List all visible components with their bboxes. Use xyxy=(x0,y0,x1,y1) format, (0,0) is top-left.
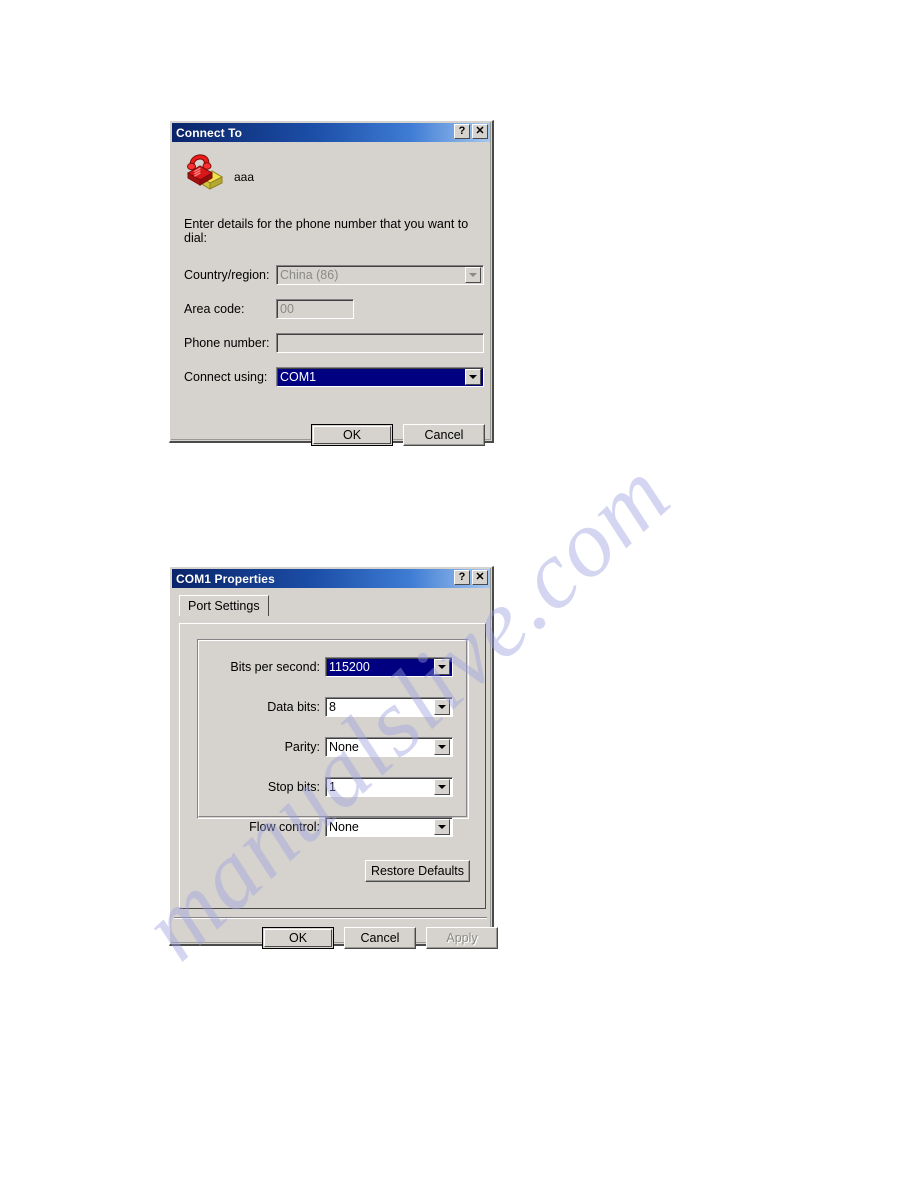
phone-modem-icon xyxy=(182,151,226,193)
parity-combobox[interactable]: None xyxy=(325,737,453,757)
apply-button-label: Apply xyxy=(446,931,478,945)
flow-control-combobox[interactable]: None xyxy=(325,817,453,837)
data-bits-value: 8 xyxy=(329,700,336,714)
restore-defaults-label: Restore Defaults xyxy=(370,864,465,878)
connect-using-label: Connect using: xyxy=(184,370,268,384)
tab-port-settings[interactable]: Port Settings xyxy=(179,595,269,616)
titlebar[interactable]: Connect To ? ✕ xyxy=(172,123,490,142)
parity-value: None xyxy=(329,740,359,754)
port-settings-groupbox: Bits per second: 115200 Data bits: 8 Par… xyxy=(197,639,469,837)
cancel-button-label: Cancel xyxy=(424,428,464,442)
tab-port-settings-label: Port Settings xyxy=(188,599,260,613)
help-icon[interactable]: ? xyxy=(454,570,470,585)
data-bits-combobox[interactable]: 8 xyxy=(325,697,453,717)
cancel-button[interactable]: Cancel xyxy=(403,424,485,446)
dialog-body: aaa Enter details for the phone number t… xyxy=(170,142,492,446)
field-row-connect-using: Connect using: COM1 xyxy=(170,367,492,387)
country-region-value: China (86) xyxy=(280,268,339,282)
chevron-down-icon[interactable] xyxy=(434,659,450,675)
country-region-label: Country/region: xyxy=(184,268,270,282)
intro-text: Enter details for the phone number that … xyxy=(184,217,469,245)
cancel-button[interactable]: Cancel xyxy=(344,927,416,949)
field-row-phone-number: Phone number: xyxy=(170,333,492,353)
row-flow-control: Flow control: None xyxy=(206,817,462,837)
dialog-title: COM1 Properties xyxy=(176,571,275,586)
close-icon[interactable]: ✕ xyxy=(472,124,488,139)
apply-button[interactable]: Apply xyxy=(426,927,498,949)
tab-page-port-settings: Bits per second: 115200 Data bits: 8 Par… xyxy=(179,623,486,909)
row-data-bits: Data bits: 8 xyxy=(206,697,462,717)
data-bits-label: Data bits: xyxy=(267,700,320,714)
bits-per-second-label: Bits per second: xyxy=(230,660,320,674)
chevron-down-icon[interactable] xyxy=(434,779,450,795)
country-region-combobox[interactable]: China (86) xyxy=(276,265,484,285)
field-row-country: Country/region: China (86) xyxy=(170,265,492,285)
com1-properties-dialog: COM1 Properties ? ✕ Port Settings Bits p… xyxy=(169,566,498,949)
connect-to-dialog: Connect To ? ✕ aaa Enter details for the… xyxy=(169,120,494,446)
bits-per-second-value: 115200 xyxy=(326,658,434,676)
close-icon[interactable]: ✕ xyxy=(472,570,488,585)
dialog-button-bar: OK Cancel xyxy=(311,424,485,446)
area-code-label: Area code: xyxy=(184,302,245,316)
dialog-body: Port Settings Bits per second: 115200 Da… xyxy=(170,595,498,949)
connect-using-combobox[interactable]: COM1 xyxy=(276,367,484,387)
row-bits-per-second: Bits per second: 115200 xyxy=(206,657,462,677)
titlebar-button-group: ? ✕ xyxy=(454,124,488,139)
row-stop-bits: Stop bits: 1 xyxy=(206,777,462,797)
phone-number-label: Phone number: xyxy=(184,336,270,350)
area-code-value: 00 xyxy=(280,302,294,316)
parity-label: Parity: xyxy=(284,740,320,754)
connect-using-value: COM1 xyxy=(277,368,465,386)
titlebar[interactable]: COM1 Properties ? ✕ xyxy=(172,569,490,588)
chevron-down-icon[interactable] xyxy=(465,267,481,283)
tab-strip: Port Settings xyxy=(179,595,492,616)
flow-control-value: None xyxy=(329,820,359,834)
ok-button-label: OK xyxy=(288,931,308,945)
ok-button-label: OK xyxy=(342,428,362,442)
connection-name: aaa xyxy=(234,170,255,184)
chevron-down-icon[interactable] xyxy=(434,819,450,835)
cancel-button-label: Cancel xyxy=(360,931,400,945)
stop-bits-label: Stop bits: xyxy=(267,780,320,794)
chevron-down-icon[interactable] xyxy=(434,739,450,755)
ok-button[interactable]: OK xyxy=(311,424,393,446)
row-parity: Parity: None xyxy=(206,737,462,757)
ok-button[interactable]: OK xyxy=(262,927,334,949)
area-code-input[interactable]: 00 xyxy=(276,299,354,319)
phone-number-input[interactable] xyxy=(276,333,484,353)
stop-bits-value: 1 xyxy=(329,780,336,794)
chevron-down-icon[interactable] xyxy=(465,369,481,385)
field-row-area-code: Area code: 00 xyxy=(170,299,492,319)
button-bar-separator xyxy=(174,917,487,919)
help-icon[interactable]: ? xyxy=(454,124,470,139)
flow-control-label: Flow control: xyxy=(249,820,320,834)
stop-bits-combobox[interactable]: 1 xyxy=(325,777,453,797)
dialog-title: Connect To xyxy=(176,125,243,140)
bits-per-second-combobox[interactable]: 115200 xyxy=(325,657,453,677)
dialog-button-bar: OK Cancel Apply xyxy=(262,927,498,949)
chevron-down-icon[interactable] xyxy=(434,699,450,715)
titlebar-button-group: ? ✕ xyxy=(454,570,488,585)
restore-defaults-button[interactable]: Restore Defaults xyxy=(365,860,470,882)
connection-row: aaa xyxy=(170,142,492,193)
